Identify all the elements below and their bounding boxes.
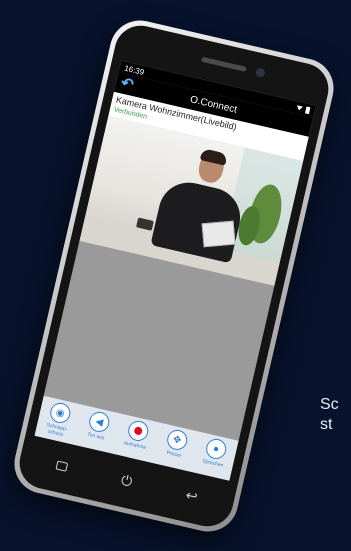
menu-icon (55, 460, 69, 472)
home-button[interactable]: ⏻ (110, 469, 143, 492)
camera-lens-icon: ◉ (48, 400, 73, 425)
record-dot (133, 426, 144, 436)
side-caption: Sc st (320, 395, 339, 435)
speaker-mute-icon: ◀ (87, 409, 112, 434)
back-button[interactable]: ↩ (175, 484, 208, 507)
record-label: Aufnahme (123, 440, 147, 452)
record-button[interactable]: Aufnahme (116, 417, 159, 453)
snapshot-button[interactable]: ◉ Schnapp- schuss (36, 399, 81, 441)
side-caption-line2: st (320, 416, 333, 433)
talk-button[interactable]: ● Sprechen (194, 435, 237, 471)
video-laptop (201, 220, 236, 248)
power-icon: ⏻ (119, 471, 135, 490)
record-icon (126, 418, 151, 443)
menu-button[interactable] (45, 454, 78, 476)
battery-icon (305, 105, 311, 114)
mute-label: Ton aus (86, 431, 106, 442)
status-icons (295, 104, 311, 114)
snapshot-label: Schnapp- schuss (45, 422, 69, 439)
talk-label: Sprechen (201, 458, 224, 469)
video-camera-object (136, 217, 154, 231)
return-icon: ↩ (184, 486, 200, 505)
microphone-icon: ● (204, 436, 229, 461)
smartphone: 16:39 ↶ O.Connect Kamera Wohnzimmer(Live… (8, 14, 340, 538)
side-caption-line1: Sc (320, 396, 339, 413)
preset-button[interactable]: ✥ Preset (155, 426, 198, 462)
pan-tilt-icon: ✥ (165, 427, 190, 452)
wifi-icon (296, 105, 304, 111)
mute-button[interactable]: ◀ Ton aus (77, 408, 120, 444)
back-arrow-icon[interactable]: ↶ (119, 74, 140, 95)
preset-label: Preset (166, 449, 182, 460)
phone-screen: 16:39 ↶ O.Connect Kamera Wohnzimmer(Live… (34, 60, 316, 481)
